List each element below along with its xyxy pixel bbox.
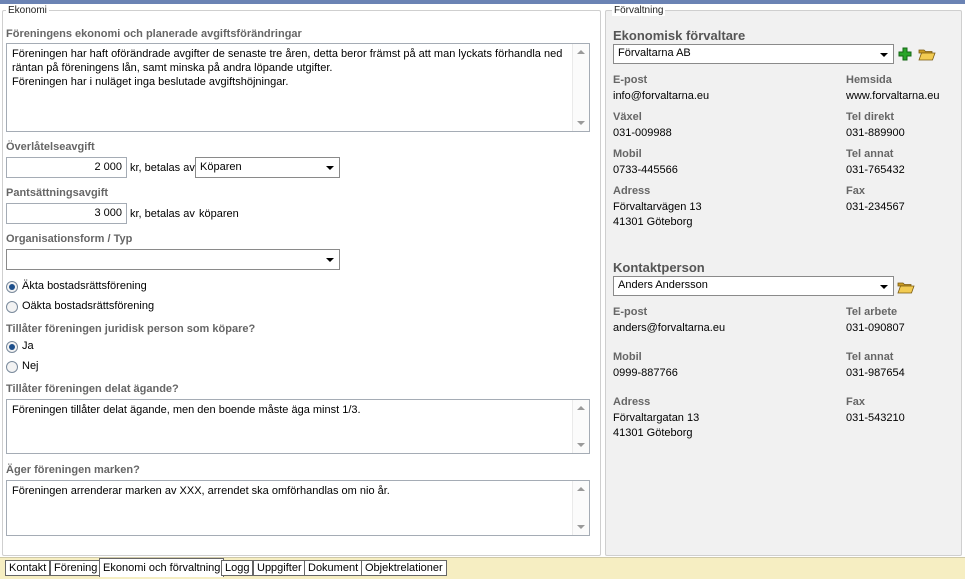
textarea-line: Föreningen tillåter delat ägande, men de… — [12, 404, 361, 416]
window-top-bar — [0, 0, 965, 4]
contact-email: anders@forvaltarna.eu — [613, 322, 726, 334]
contact-address-line1: Förvaltargatan 13 — [613, 412, 700, 424]
scroll-up-icon[interactable] — [577, 50, 585, 54]
chevron-down-icon — [880, 53, 888, 57]
contact-email-label: E-post — [613, 306, 648, 318]
scroll-down-icon[interactable] — [577, 121, 585, 125]
scroll-up-icon[interactable] — [577, 487, 585, 491]
pledge-fee-payer: köparen — [199, 208, 239, 220]
radio-ja-label: Ja — [22, 340, 34, 352]
textarea-line: räntan på föreningens lån, samt minska p… — [12, 62, 333, 74]
manager-mobile-label: Mobil — [613, 148, 642, 160]
textarea-scrollbar[interactable] — [572, 400, 589, 453]
contact-other: 031-987654 — [846, 367, 905, 379]
tab-logg[interactable]: Logg — [221, 560, 254, 576]
radio-oakta-label: Oäkta bostadsrättsförening — [22, 300, 155, 312]
manager-email: info@forvaltarna.eu — [613, 90, 710, 102]
tab-kontakt[interactable]: Kontakt — [5, 560, 51, 576]
textarea-line: Föreningen har haft oförändrade avgifter… — [12, 48, 563, 60]
manager-direct: 031-889900 — [846, 127, 905, 139]
textarea-scrollbar[interactable] — [572, 481, 589, 535]
pledge-fee-label: Pantsättningsavgift — [6, 187, 109, 199]
contact-work: 031-090807 — [846, 322, 905, 334]
shared-ownership-textarea[interactable]: Föreningen tillåter delat ägande, men de… — [6, 399, 590, 454]
contact-address-line2: 41301 Göteborg — [613, 427, 693, 439]
chevron-down-icon — [326, 258, 334, 262]
planned-fee-changes-label: Föreningens ekonomi och planerade avgift… — [6, 28, 302, 40]
shared-ownership-label: Tillåter föreningen delat ägande? — [6, 383, 179, 395]
org-form-label: Organisationsform / Typ — [6, 233, 133, 245]
textarea-line: Föreningen arrenderar marken av XXX, arr… — [12, 485, 390, 497]
radio-akta[interactable] — [6, 281, 18, 293]
transfer-fee-input[interactable]: 2 000 — [6, 157, 127, 178]
planned-fee-changes-textarea[interactable]: Föreningen har haft oförändrade avgifter… — [6, 43, 590, 132]
contact-fax: 031-543210 — [846, 412, 905, 424]
contact-other-label: Tel annat — [846, 351, 894, 363]
manager-mobile: 0733-445566 — [613, 164, 678, 176]
tab-bar: Kontakt Förening Ekonomi och förvaltning… — [0, 557, 965, 579]
contact-fax-label: Fax — [846, 396, 865, 408]
forvaltning-group: Förvaltning Ekonomisk förvaltare Förvalt… — [605, 5, 962, 556]
land-ownership-label: Äger föreningen marken? — [6, 464, 140, 476]
tab-uppgifter[interactable]: Uppgifter — [253, 560, 306, 576]
manager-select-value: Förvaltarna AB — [618, 47, 691, 59]
tab-forening[interactable]: Förening — [50, 560, 102, 576]
contact-address-label: Adress — [613, 396, 651, 408]
manager-switchboard: 031-009988 — [613, 127, 672, 139]
manager-address-line1: Förvaltarvägen 13 — [613, 201, 702, 213]
ekonomi-group: Ekonomi Föreningens ekonomi och planerad… — [2, 5, 601, 556]
radio-nej[interactable] — [6, 361, 18, 373]
manager-website: www.forvaltarna.eu — [846, 90, 940, 102]
manager-direct-label: Tel direkt — [846, 111, 895, 123]
manager-other: 031-765432 — [846, 164, 905, 176]
transfer-fee-payer-value: Köparen — [200, 161, 242, 173]
radio-nej-label: Nej — [22, 360, 39, 372]
org-form-select[interactable] — [6, 249, 340, 270]
manager-fax-label: Fax — [846, 185, 865, 197]
transfer-fee-payer-select[interactable]: Köparen — [195, 157, 340, 178]
forvaltning-legend: Förvaltning — [612, 5, 666, 16]
transfer-fee-suffix: kr, betalas av — [130, 162, 195, 174]
manager-website-label: Hemsida — [846, 74, 892, 86]
textarea-line: Föreningen har i nuläget inga beslutade … — [12, 76, 289, 88]
radio-oakta[interactable] — [6, 301, 18, 313]
tab-dokument[interactable]: Dokument — [304, 560, 363, 576]
manager-email-label: E-post — [613, 74, 648, 86]
chevron-down-icon — [880, 285, 888, 289]
manager-fax: 031-234567 — [846, 201, 905, 213]
scroll-up-icon[interactable] — [577, 406, 585, 410]
scroll-down-icon[interactable] — [577, 443, 585, 447]
transfer-fee-label: Överlåtelseavgift — [6, 141, 95, 153]
folder-open-icon[interactable] — [918, 47, 936, 61]
scroll-down-icon[interactable] — [577, 525, 585, 529]
pledge-fee-suffix: kr, betalas av — [130, 208, 195, 220]
manager-address-label: Adress — [613, 185, 651, 197]
land-ownership-textarea[interactable]: Föreningen arrenderar marken av XXX, arr… — [6, 480, 590, 536]
chevron-down-icon — [326, 166, 334, 170]
plus-icon[interactable] — [898, 47, 912, 61]
tab-objektrelationer[interactable]: Objektrelationer — [361, 560, 447, 576]
manager-address-line2: 41301 Göteborg — [613, 216, 693, 228]
textarea-scrollbar[interactable] — [572, 44, 589, 131]
contact-mobile: 0999-887766 — [613, 367, 678, 379]
ekonomi-legend: Ekonomi — [6, 5, 49, 16]
contact-mobile-label: Mobil — [613, 351, 642, 363]
manager-title: Ekonomisk förvaltare — [613, 28, 746, 43]
legal-person-label: Tillåter föreningen juridisk person som … — [6, 323, 256, 335]
tab-ekonomi-och-forvaltning[interactable]: Ekonomi och förvaltning — [99, 558, 225, 577]
manager-switchboard-label: Växel — [613, 111, 642, 123]
pledge-fee-input[interactable]: 3 000 — [6, 203, 127, 224]
contact-title: Kontaktperson — [613, 260, 705, 275]
manager-other-label: Tel annat — [846, 148, 894, 160]
radio-ja[interactable] — [6, 341, 18, 353]
radio-akta-label: Äkta bostadsrättsförening — [22, 280, 147, 292]
manager-select[interactable]: Förvaltarna AB — [613, 44, 894, 64]
contact-select[interactable]: Anders Andersson — [613, 276, 894, 296]
contact-work-label: Tel arbete — [846, 306, 898, 318]
folder-open-icon[interactable] — [897, 280, 915, 294]
contact-select-value: Anders Andersson — [618, 279, 708, 291]
